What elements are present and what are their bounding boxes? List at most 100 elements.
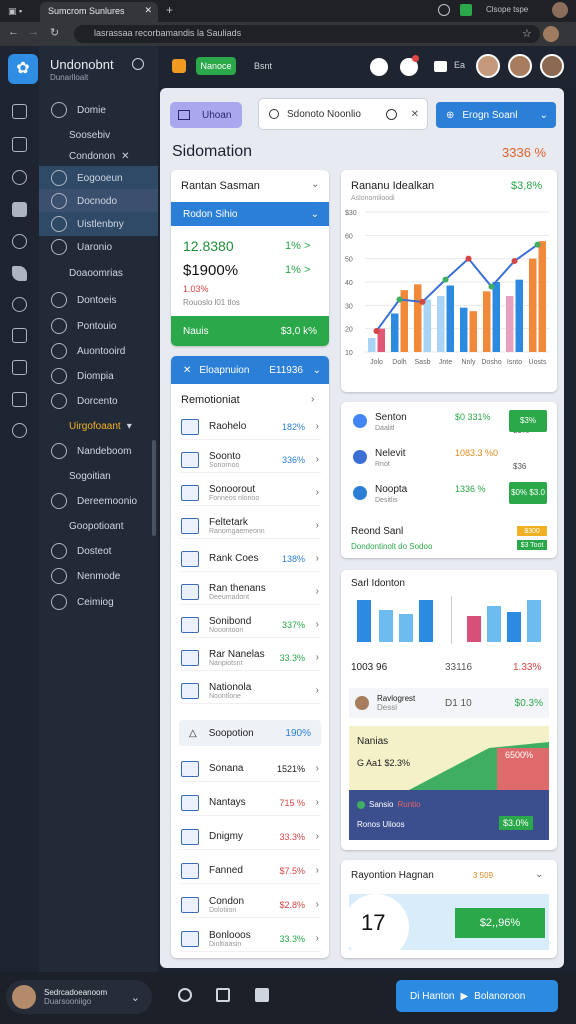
rail-tag-icon[interactable]	[12, 266, 27, 281]
progress-chevron-icon[interactable]: ⌄	[535, 869, 543, 880]
save-icon[interactable]	[255, 988, 269, 1002]
app-logo-icon[interactable]: ✿	[8, 54, 38, 84]
area-row[interactable]: Sansio Runtio	[357, 800, 421, 809]
list-item[interactable]: Rar Nanelas Nanpiotsnt 33.3% ›	[181, 645, 321, 671]
profile-avatar[interactable]	[552, 2, 568, 18]
sidebar-item[interactable]: Uistlenbny	[39, 212, 158, 236]
summary-chevron-icon[interactable]: ⌄	[311, 179, 319, 190]
reload-icon[interactable]: ↻	[50, 26, 59, 39]
sidebar-item[interactable]: Dereemoonio	[39, 489, 158, 513]
search-submit-icon[interactable]	[386, 108, 397, 120]
sidebar-item[interactable]: Condonon ✕	[39, 144, 158, 168]
filter-icon[interactable]: ✕	[411, 109, 419, 120]
extension-icon[interactable]	[438, 4, 450, 16]
sidebar-scrollbar[interactable]	[152, 440, 156, 536]
summary-v2: $1900%	[183, 262, 239, 279]
rail-home-icon[interactable]	[12, 104, 27, 119]
rail-sync-icon[interactable]	[12, 423, 27, 438]
rail-pin-icon[interactable]	[12, 297, 27, 312]
search-box[interactable]: Sdonoto Noonlio ✕	[258, 98, 428, 130]
list-item[interactable]: Ran thenans Deeumadont ›	[181, 579, 321, 605]
sidebar-item[interactable]: Nenmode	[39, 564, 158, 588]
sidebar-item[interactable]: Eogooeun	[39, 166, 158, 190]
primary-bottom-button[interactable]: Di Hanton ▶ Bolanoroon	[396, 980, 558, 1012]
chart-bar	[492, 282, 500, 352]
list-item[interactable]: Nantays 715 % ›	[181, 790, 321, 816]
sidebar-search-icon[interactable]	[132, 58, 144, 70]
chat-bubble-icon[interactable]	[178, 988, 192, 1002]
y-tick-label: 50	[345, 257, 353, 264]
list-item[interactable]: Rank Coes 138% ›	[181, 546, 321, 572]
window-controls[interactable]: ▣ ▪	[8, 6, 30, 16]
stats-row-badge[interactable]: $0% $3.0	[509, 482, 547, 504]
sidebar-item[interactable]: Auontooird	[39, 339, 158, 363]
close-tab-icon[interactable]: ✕	[144, 5, 152, 16]
list-item[interactable]: Sonoorout Fonneos nlonoo ›	[181, 480, 321, 506]
sidebar-item[interactable]: Goopotioant	[39, 514, 158, 538]
list-header[interactable]: ✕ Eloapnuion E11936 ⌄	[171, 356, 329, 384]
extension-green-icon[interactable]	[460, 4, 472, 16]
tool-button[interactable]: Uhoan	[170, 102, 242, 128]
summary-bar[interactable]: Rodon Sihio ⌄	[171, 202, 329, 226]
chevron-down-icon: ⌄	[539, 109, 548, 121]
list-item[interactable]: Soonto Sonornoo 336% ›	[181, 447, 321, 473]
sidebar-item[interactable]: Dosteot	[39, 539, 158, 563]
summary-p1: 1% >	[285, 240, 311, 252]
sidebar-item[interactable]: Doaoomrias	[39, 261, 158, 285]
summary-footer[interactable]: Nauis $3,0 k%	[171, 316, 329, 346]
list-item[interactable]: Sonana 1521% ›	[181, 756, 321, 782]
clock-icon[interactable]	[370, 58, 388, 76]
list-item[interactable]: Sonibond Nooontoon 337% ›	[181, 612, 321, 638]
sidebar-item[interactable]: Nandeboom	[39, 439, 158, 463]
share-icon[interactable]: Ea	[454, 60, 465, 70]
back-icon[interactable]: ←	[8, 26, 19, 38]
sidebar-item[interactable]: Docnodo	[39, 189, 158, 213]
sidebar-item[interactable]: Dorcento	[39, 389, 158, 413]
camera-icon[interactable]	[434, 61, 447, 72]
expand-icon[interactable]: ▾	[127, 421, 132, 432]
sidebar-item[interactable]: Pontouio	[39, 314, 158, 338]
list-subheader-chevron-icon[interactable]: ›	[311, 394, 314, 405]
action-button[interactable]: ⊕ Erogn Soanl ⌄	[436, 102, 556, 128]
sidebar-item[interactable]: Ceimiog	[39, 590, 158, 614]
rail-book-icon[interactable]	[12, 328, 27, 343]
sidebar-item[interactable]: Dontoeis	[39, 288, 158, 312]
browser-tab[interactable]: Sumcrom Sunlures ✕	[40, 2, 158, 22]
rail-layout-icon[interactable]	[12, 137, 27, 152]
list-item[interactable]: Bonlooos Dioltiaasin 33.3% ›	[181, 926, 321, 952]
url-input[interactable]: lasrassaa recorbamandis la Sauliads	[74, 25, 540, 43]
new-tab-icon[interactable]: +	[166, 3, 173, 17]
list-item[interactable]: Condon Dolotiion $2.8% ›	[181, 892, 321, 918]
sidebar-item[interactable]: Diompia	[39, 364, 158, 388]
forward-icon[interactable]: →	[28, 26, 39, 38]
bookmark-star-icon[interactable]: ☆	[522, 27, 532, 40]
close-icon[interactable]: ✕	[121, 151, 129, 162]
user-profile[interactable]: Sedrcadoeanoom Duarsooniigo ⌄	[6, 980, 152, 1014]
list-item[interactable]: Fanned $7.5% ›	[181, 858, 321, 884]
account-avatar[interactable]	[543, 26, 559, 42]
rail-doc-icon[interactable]	[12, 360, 27, 375]
list-item[interactable]: Nationola Noontlone ›	[181, 678, 321, 704]
export-icon[interactable]	[216, 988, 230, 1002]
user-avatar-1[interactable]	[476, 54, 500, 78]
bars-user-row[interactable]: Ravlogrest Dessi D1 10 $0.3%	[349, 688, 549, 718]
sidebar-item[interactable]: Sogoitian	[39, 464, 158, 488]
orange-badge-icon[interactable]	[172, 59, 186, 73]
list-item[interactable]: Raohelo 182% ›	[181, 414, 321, 440]
stats-row-badge[interactable]: $3%	[509, 410, 547, 432]
list-section[interactable]: △ Soopotion 190%	[179, 720, 321, 746]
sidebar-item[interactable]: Domie	[39, 98, 158, 122]
rail-folder-icon[interactable]	[12, 202, 27, 217]
rail-settings-icon[interactable]	[12, 234, 27, 249]
list-item[interactable]: Feltetark Ranomgaemeonn ›	[181, 513, 321, 539]
rail-edit-icon[interactable]	[12, 392, 27, 407]
sidebar-item[interactable]: Uaronio	[39, 235, 158, 259]
user-avatar-3[interactable]	[540, 54, 564, 78]
progress-value[interactable]: $2,,96%	[455, 908, 545, 938]
header-badge[interactable]: Nanoce	[196, 57, 236, 75]
header-text: Bsnt	[254, 61, 273, 71]
list-item[interactable]: Dnigmy 33.3% ›	[181, 824, 321, 850]
user-avatar-2[interactable]	[508, 54, 532, 78]
sidebar-item[interactable]: Uirgofoaant ▾	[39, 414, 158, 438]
rail-cloud-icon[interactable]	[12, 170, 27, 185]
